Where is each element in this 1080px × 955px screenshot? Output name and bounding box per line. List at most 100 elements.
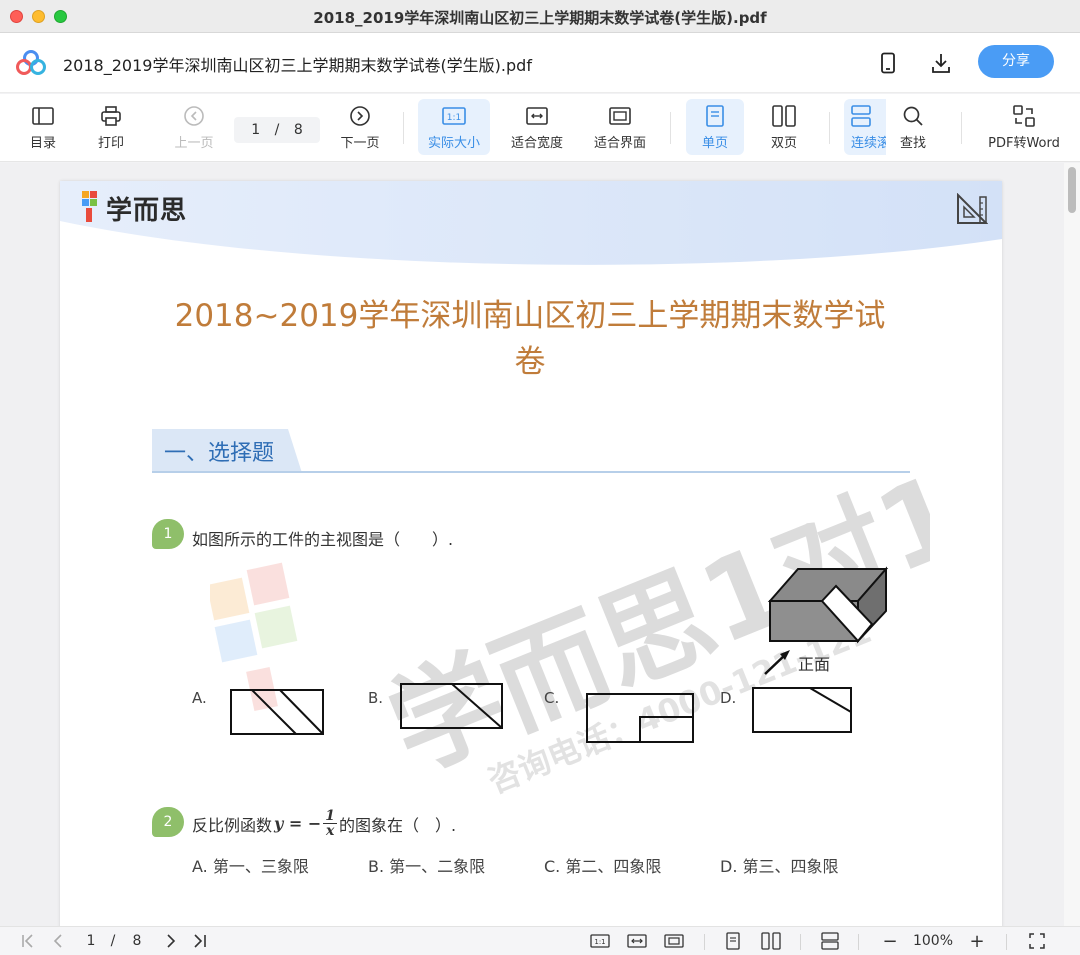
search-button[interactable]: 查找 [890, 99, 936, 155]
page-total: 8 [293, 122, 303, 138]
question-2-suffix: 的图象在（ ）. [339, 815, 457, 835]
status-divider [1006, 934, 1007, 950]
single-page-icon[interactable] [723, 931, 743, 951]
brand-logo: 学而思 [78, 189, 187, 227]
actual-size-label: 实际大小 [427, 135, 480, 151]
question-number-badge: 1 [152, 519, 184, 549]
phone-icon[interactable] [875, 50, 901, 76]
prev-page-button[interactable]: 上一页 [166, 99, 222, 155]
prev-page-icon[interactable] [48, 931, 68, 951]
first-page-icon[interactable] [18, 931, 40, 951]
document-name: 2018_2019学年深圳南山区初三上学期期末数学试卷(学生版).pdf [63, 56, 532, 75]
fullscreen-icon[interactable] [1026, 931, 1048, 951]
status-page-total: 8 [132, 933, 142, 949]
document-viewer[interactable]: 学而思 2018~2019学年深圳南山区初三上学期期末数学试 卷 一、选择题 学… [0, 163, 1064, 926]
double-page-label: 双页 [770, 135, 797, 151]
next-page-label: 下一页 [340, 135, 380, 151]
front-view-label: 正面 [798, 655, 831, 674]
option-text: 第三、四象限 [742, 857, 839, 876]
double-page-icon [772, 104, 796, 128]
continuous-scroll-icon[interactable] [819, 931, 841, 951]
question-1-text: 如图所示的工件的主视图是（ ）. [192, 530, 454, 549]
page-header-banner [60, 181, 1002, 265]
option-d: D. 第三、四象限 [720, 853, 839, 877]
status-bar: 1 / 8 1:1 − 100% + [0, 926, 1080, 955]
toolbar-divider [961, 112, 962, 144]
continuous-scroll-button[interactable]: 连续滚 [844, 99, 886, 155]
fit-page-icon[interactable] [663, 931, 685, 951]
section-heading: 一、选择题 [164, 441, 275, 466]
pdf-to-word-label: PDF转Word [988, 135, 1060, 151]
title-line-2: 卷 [514, 344, 546, 380]
prev-page-label: 上一页 [174, 135, 214, 151]
option-b: B. 第一、二象限 [368, 853, 485, 877]
fit-page-icon [609, 104, 631, 128]
app-logo-icon [16, 50, 46, 75]
option-c-figure [586, 693, 694, 743]
window-title: 2018_2019学年深圳南山区初三上学期期末数学试卷(学生版).pdf [313, 9, 767, 27]
brand-mark-icon [82, 191, 97, 222]
actual-size-button[interactable]: 1:1 实际大小 [418, 99, 490, 155]
pdf-to-word-button[interactable]: PDF转Word [982, 99, 1066, 155]
option-text: 第一、二象限 [389, 857, 486, 876]
next-page-button[interactable]: 下一页 [332, 99, 388, 155]
brand-name: 学而思 [106, 195, 188, 226]
scrollbar-thumb[interactable] [1068, 167, 1076, 213]
fit-width-icon[interactable] [626, 931, 648, 951]
page-current: 1 [251, 122, 261, 138]
single-page-icon [706, 104, 724, 128]
ruler-triangle-icon [957, 193, 988, 224]
single-page-button[interactable]: 单页 [686, 99, 744, 155]
toolbar-divider [403, 112, 404, 144]
actual-size-icon[interactable]: 1:1 [589, 931, 611, 951]
status-divider [704, 934, 705, 950]
toc-label: 目录 [29, 135, 56, 151]
fit-page-button[interactable]: 适合界面 [587, 99, 653, 155]
option-a: A. 第一、三象限 [192, 853, 309, 877]
print-button[interactable]: 打印 [86, 99, 136, 155]
last-page-icon[interactable] [188, 931, 210, 951]
fraction-denominator: x [325, 823, 335, 839]
option-c: C. 第二、四象限 [544, 853, 661, 877]
option-letter: A. [192, 857, 208, 876]
section-divider [152, 471, 910, 473]
svg-text:1:1: 1:1 [447, 113, 461, 123]
svg-text:1:1: 1:1 [594, 938, 605, 946]
vertical-scrollbar[interactable] [1064, 163, 1080, 926]
zoom-in-button[interactable]: + [966, 931, 988, 952]
printer-icon [100, 104, 122, 128]
option-d-figure [752, 687, 852, 733]
question-2-text: 反比例函数 y = − 1 x 的图象在（ ）. [192, 809, 456, 838]
status-page-current[interactable]: 1 [84, 931, 98, 951]
search-icon [902, 104, 924, 128]
double-page-icon[interactable] [760, 931, 782, 951]
fit-width-button[interactable]: 适合宽度 [503, 99, 571, 155]
continuous-scroll-icon [851, 104, 871, 128]
convert-icon [1013, 104, 1035, 128]
toc-button[interactable]: 目录 [18, 99, 68, 155]
fit-width-icon [526, 104, 548, 128]
search-label: 查找 [899, 135, 926, 151]
chevron-left-circle-icon [183, 104, 205, 128]
continuous-scroll-label: 连续滚 [851, 135, 886, 151]
zoom-out-button[interactable]: − [880, 931, 900, 952]
fit-page-label: 适合界面 [593, 135, 646, 151]
next-page-icon[interactable] [161, 931, 181, 951]
fit-width-label: 适合宽度 [510, 135, 563, 151]
double-page-button[interactable]: 双页 [756, 99, 812, 155]
option-letter: D. [720, 857, 738, 876]
option-letter: B. [368, 857, 385, 876]
page-number-input[interactable]: 1 / 8 [234, 117, 320, 143]
sidebar-icon [32, 104, 54, 128]
toolbar-divider [670, 112, 671, 144]
option-b-letter: B. [368, 689, 384, 707]
option-c-letter: C. [544, 689, 560, 707]
option-a-figure [230, 689, 324, 735]
status-page-separator: / [110, 933, 116, 949]
status-divider [800, 934, 801, 950]
pdf-page: 学而思 2018~2019学年深圳南山区初三上学期期末数学试 卷 一、选择题 学… [60, 181, 1002, 926]
share-button[interactable]: 分享 [978, 45, 1054, 78]
option-text: 第一、三象限 [212, 857, 309, 876]
download-icon[interactable] [928, 50, 954, 76]
zoom-level[interactable]: 100% [908, 931, 958, 951]
